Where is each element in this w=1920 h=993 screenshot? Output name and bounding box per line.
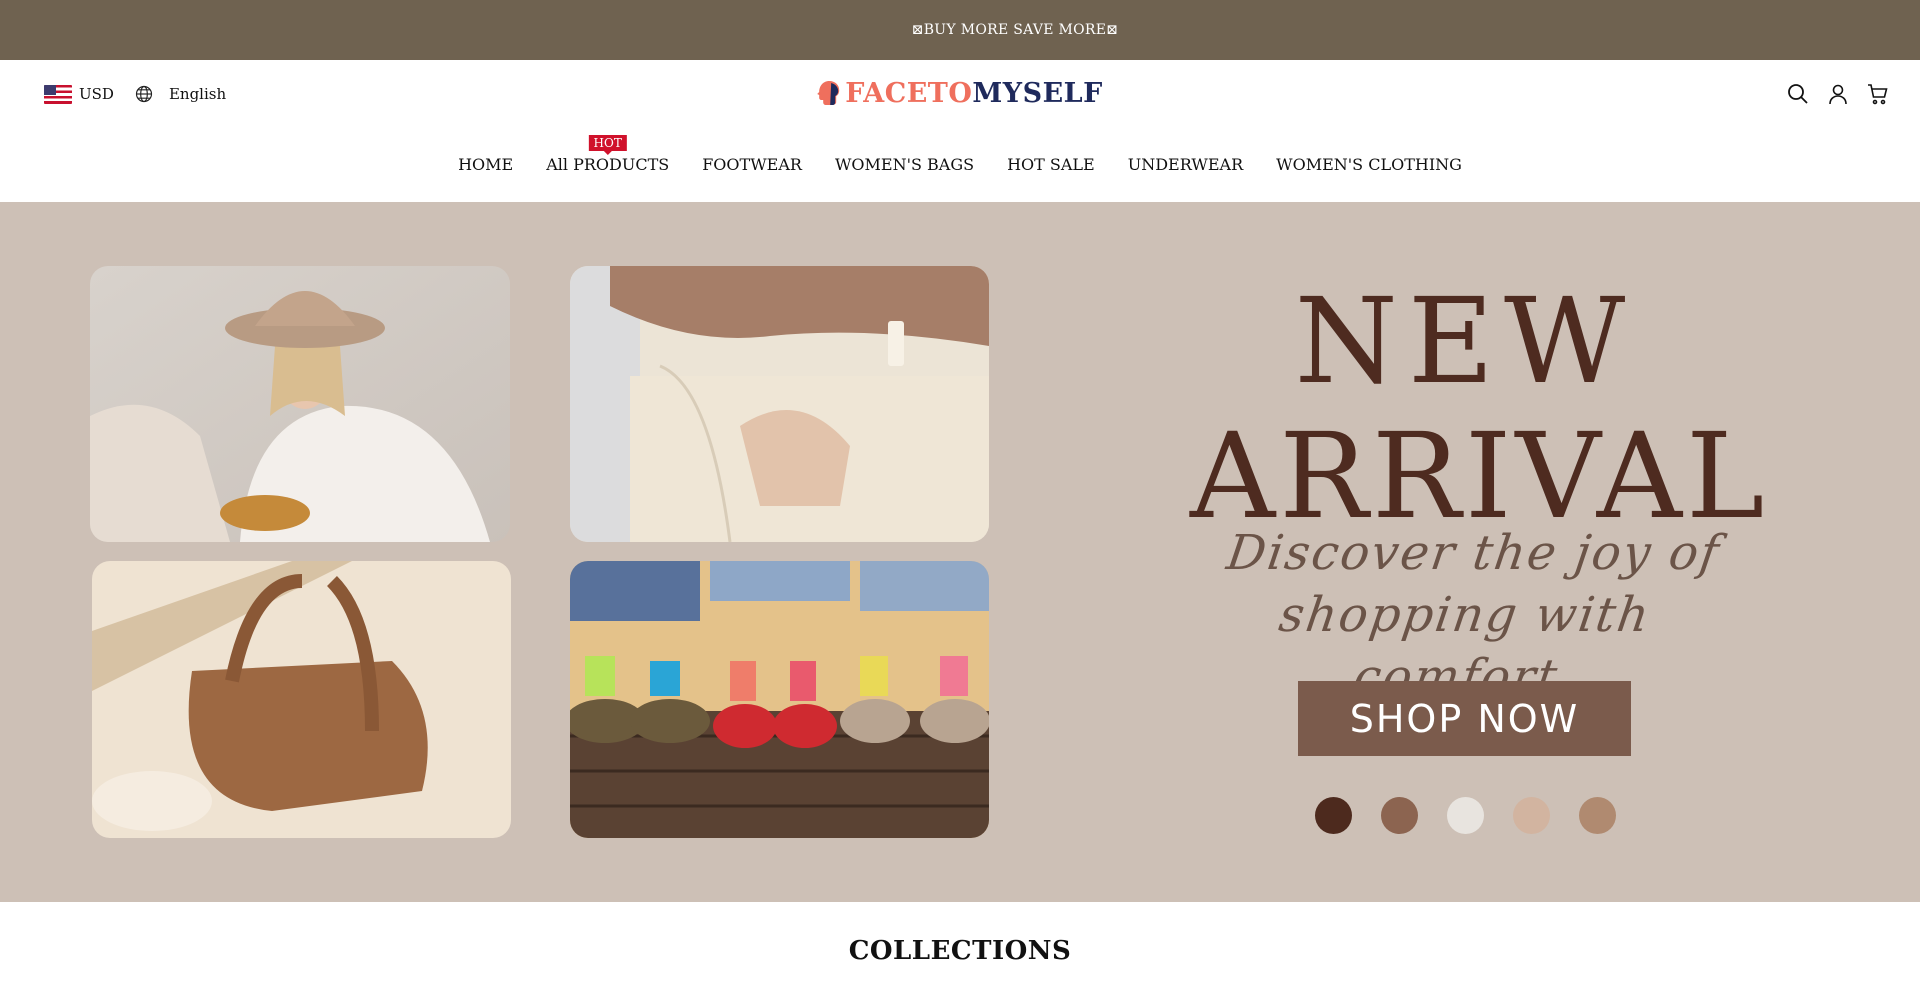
language-label: English [168,85,227,103]
nav-item-all-products-label: All PRODUCTS [546,155,670,174]
color-swatch [1315,797,1352,834]
face-profile-icon [817,80,840,105]
header-actions [1786,82,1890,106]
language-selector[interactable]: English [134,84,226,104]
color-swatch [1513,797,1550,834]
hero-banner[interactable]: NEW ARRIVAL Discover the joy of shopping… [0,202,1920,902]
announcement-text: ⊠BUY MORE SAVE MORE⊠ [911,22,1119,38]
main-nav: HOME HOT All PRODUCTS FOOTWEAR WOMEN'S B… [0,135,1920,174]
locale-selector: USD English [44,84,226,104]
site-header: USD English FACETO MYSELF HOME HOT All P… [0,60,1920,202]
nav-item-footwear[interactable]: FOOTWEAR [686,155,819,174]
logo-text-myself: MYSELF [972,78,1103,109]
nav-item-underwear[interactable]: UNDERWEAR [1111,155,1259,174]
search-icon[interactable] [1786,82,1810,106]
nav-item-all-products[interactable]: HOT All PRODUCTS [530,135,686,174]
globe-icon [135,85,153,103]
headline-new: NEW [1294,272,1636,410]
us-flag-icon [44,84,72,104]
color-swatch [1381,797,1418,834]
currency-selector[interactable]: USD [44,84,114,104]
brown-handbag-photo [92,561,511,838]
collections-heading: COLLECTIONS [848,936,1072,966]
sneakers-socks-photo [570,561,989,838]
nav-item-hot-sale[interactable]: HOT SALE [991,155,1112,174]
color-swatch [1579,797,1616,834]
nav-item-womens-clothing[interactable]: WOMEN'S CLOTHING [1260,155,1479,174]
tagline-line1: Discover the joy of [1223,525,1724,581]
currency-label: USD [79,85,114,103]
account-icon[interactable] [1826,82,1850,106]
shop-now-button[interactable]: SHOP NOW [1298,681,1631,756]
logo-text-face: FACETO [845,78,973,109]
hot-badge: HOT [588,135,627,155]
color-swatches [1315,797,1616,834]
woman-with-hat-photo [90,266,510,542]
hand-in-pocket-photo [570,266,989,542]
announcement-bar: ⊠BUY MORE SAVE MORE⊠ [0,0,1920,60]
nav-item-womens-bags[interactable]: WOMEN'S BAGS [818,155,990,174]
color-swatch [1447,797,1484,834]
nav-item-home[interactable]: HOME [442,155,530,174]
cart-icon[interactable] [1866,82,1890,106]
site-logo[interactable]: FACETO MYSELF [817,78,1103,109]
